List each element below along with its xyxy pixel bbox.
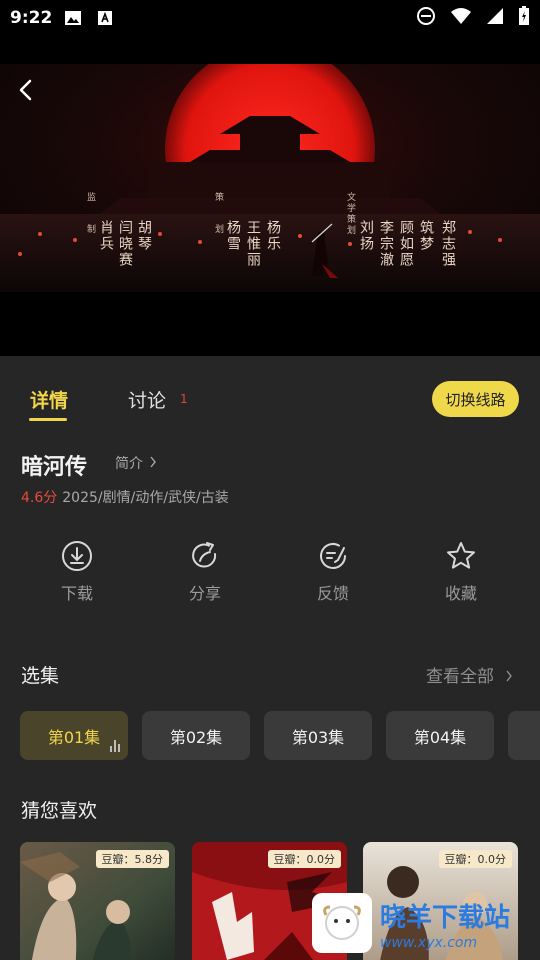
share-icon xyxy=(192,542,217,568)
credit-name: 刘扬 xyxy=(358,220,374,252)
credit-name: 闫晓赛 xyxy=(117,220,133,268)
douban-score-badge: 豆瓣：0.0分 xyxy=(438,850,512,868)
video-frame: 监 制 策 划 文学策划 胡琴 闫晓赛 肖兵 杨乐 王惟丽 杨雪 郑志强 筑梦 … xyxy=(0,64,540,292)
now-playing-icon xyxy=(110,740,120,752)
sheep-logo-icon xyxy=(323,905,361,940)
detail-tabs: 详情 讨论 1 切换线路 xyxy=(0,356,540,422)
share-button[interactable]: 分享 xyxy=(165,540,245,604)
credit-name: 杨雪 xyxy=(225,220,241,252)
status-bar: 9:22 xyxy=(0,0,540,36)
site-watermark: 晓羊下载站 www.xyx.com xyxy=(312,889,540,960)
credit-role-label: 制 xyxy=(85,224,95,235)
episode-item[interactable]: 第02集 xyxy=(142,711,250,760)
show-score: 4.6分 xyxy=(21,490,58,506)
episode-label: 第02集 xyxy=(169,727,223,747)
battery-icon xyxy=(518,6,530,30)
credit-name: 王惟丽 xyxy=(245,220,261,268)
credit-name: 肖兵 xyxy=(98,220,114,252)
credit-name: 杨乐 xyxy=(265,220,281,252)
switch-line-button[interactable]: 切换线路 xyxy=(432,381,519,417)
chevron-right-icon xyxy=(506,670,513,682)
gallery-notification-icon xyxy=(64,10,82,26)
see-all-label: 查看全部 xyxy=(426,667,494,687)
tab-detail[interactable]: 详情 xyxy=(30,386,68,413)
watermark-text: 晓羊下载站 xyxy=(380,903,511,933)
credit-role-label: 文学策划 xyxy=(345,192,355,236)
chevron-right-icon xyxy=(150,456,157,468)
episode-item[interactable]: 第01集 xyxy=(20,711,128,760)
download-button[interactable]: 下载 xyxy=(37,540,117,604)
do-not-disturb-icon xyxy=(416,6,436,30)
credit-name: 筑梦 xyxy=(418,220,434,252)
intro-link[interactable]: 简介 xyxy=(115,453,157,473)
favorite-label: 收藏 xyxy=(444,584,477,603)
show-title: 暗河传 xyxy=(21,455,88,480)
douban-score-badge: 豆瓣：0.0分 xyxy=(267,850,341,868)
douban-score-badge: 豆瓣：5.8分 xyxy=(95,850,169,868)
feedback-label: 反馈 xyxy=(316,584,349,603)
episodes-title: 选集 xyxy=(21,665,60,687)
show-tags: 2025/剧情/动作/武侠/古装 xyxy=(62,490,229,506)
see-all-episodes-link[interactable]: 查看全部 xyxy=(426,662,513,687)
credit-name: 郑志强 xyxy=(440,220,456,268)
episode-item[interactable] xyxy=(508,711,540,760)
chevron-left-icon xyxy=(19,79,32,101)
status-time: 9:22 xyxy=(10,8,53,28)
credit-role-label: 监 xyxy=(85,192,95,203)
watermark-logo xyxy=(312,893,372,953)
credit-name: 李宗澈 xyxy=(378,220,394,268)
intro-link-label: 简介 xyxy=(115,456,143,472)
action-bar: 下载 分享 反馈 收藏 xyxy=(0,540,540,610)
credit-role-label: 划 xyxy=(213,224,223,235)
discuss-count-badge: 1 xyxy=(180,392,188,406)
text-notification-icon xyxy=(96,10,114,26)
tab-discuss[interactable]: 讨论 xyxy=(128,386,166,413)
download-label: 下载 xyxy=(60,584,93,603)
episode-item[interactable]: 第03集 xyxy=(264,711,372,760)
show-meta: 4.6分 2025/剧情/动作/武侠/古装 xyxy=(21,487,229,507)
episode-label: 第03集 xyxy=(291,727,345,747)
watermark-url: www.xyx.com xyxy=(380,935,478,951)
favorite-button[interactable]: 收藏 xyxy=(421,540,501,604)
wifi-icon xyxy=(450,7,472,29)
share-label: 分享 xyxy=(188,584,221,603)
tab-active-indicator xyxy=(29,418,67,421)
credit-name: 顾如愿 xyxy=(398,220,414,268)
star-icon xyxy=(447,542,475,569)
episode-label: 第01集 xyxy=(47,727,101,747)
recommend-title: 猜您喜欢 xyxy=(21,800,98,822)
download-icon xyxy=(62,541,92,571)
signal-icon xyxy=(486,7,504,29)
video-player[interactable]: 监 制 策 划 文学策划 胡琴 闫晓赛 肖兵 杨乐 王惟丽 杨雪 郑志强 筑梦 … xyxy=(0,36,540,356)
episode-list: 第01集 第02集 第03集 第04集 xyxy=(20,711,540,761)
credit-role-label: 策 xyxy=(213,192,223,203)
back-button[interactable] xyxy=(12,76,40,104)
feedback-button[interactable]: 反馈 xyxy=(293,540,373,604)
credit-name: 胡琴 xyxy=(136,220,152,252)
episode-item[interactable]: 第04集 xyxy=(386,711,494,760)
feedback-icon xyxy=(320,543,346,569)
episode-label: 第04集 xyxy=(413,727,467,747)
recommend-card[interactable]: 豆瓣：5.8分 xyxy=(20,842,175,960)
